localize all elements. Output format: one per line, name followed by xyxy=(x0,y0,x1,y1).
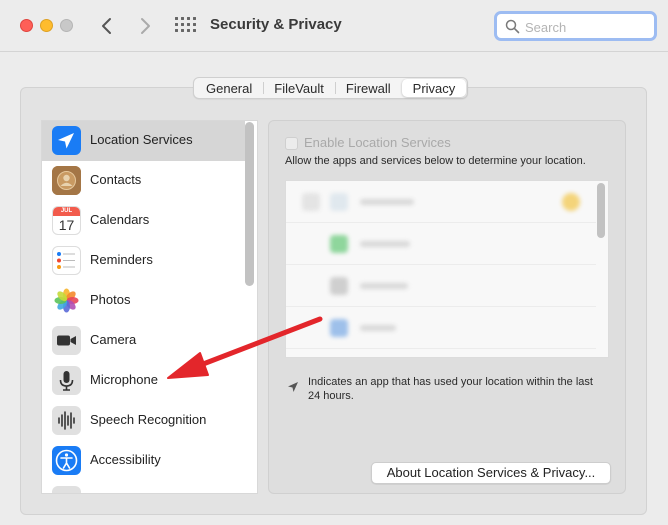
microphone-icon xyxy=(52,366,81,395)
window-title: Security & Privacy xyxy=(210,16,342,33)
sidebar-item-camera[interactable]: Camera xyxy=(42,321,245,361)
search-icon xyxy=(505,19,520,34)
back-button[interactable] xyxy=(96,14,118,38)
sidebar-item-label: Contacts xyxy=(90,172,142,187)
sidebar-item-speech-recognition[interactable]: Speech Recognition xyxy=(42,401,245,441)
sidebar-item-label: Accessibility xyxy=(90,452,161,467)
sidebar-item-label: Photos xyxy=(90,292,131,307)
location-description: Allow the apps and services below to det… xyxy=(285,155,586,167)
tab-privacy[interactable]: Privacy xyxy=(401,79,467,97)
show-all-grid-button[interactable] xyxy=(175,17,196,35)
zoom-window-button[interactable] xyxy=(60,19,73,32)
app-list-scrollbar[interactable] xyxy=(597,183,605,238)
sidebar-item-photos[interactable]: Photos xyxy=(42,281,245,321)
reminders-icon xyxy=(52,246,81,275)
tab-filevault[interactable]: FileVault xyxy=(263,79,335,97)
tab-firewall[interactable]: Firewall xyxy=(334,79,402,97)
privacy-category-list[interactable]: Location Services Contacts JUL 17 Calend… xyxy=(41,120,258,494)
calendar-icon: JUL 17 xyxy=(52,206,81,235)
list-item[interactable] xyxy=(286,181,596,223)
search-field[interactable] xyxy=(494,11,657,41)
camera-icon xyxy=(52,326,81,355)
photos-icon xyxy=(52,286,81,315)
location-app-list[interactable] xyxy=(285,180,609,358)
close-window-button[interactable] xyxy=(20,19,33,32)
sidebar-item-label: Reminders xyxy=(90,252,153,267)
sidebar-item-label: Microphone xyxy=(90,372,158,387)
list-item[interactable] xyxy=(286,265,596,307)
tab-bar: General FileVault Firewall Privacy xyxy=(193,77,469,99)
enable-location-services-label: Enable Location Services xyxy=(304,135,451,150)
sidebar-item-label: Speech Recognition xyxy=(90,412,207,427)
sidebar-item-microphone[interactable]: Microphone xyxy=(42,361,245,401)
speech-waveform-icon xyxy=(52,406,81,435)
location-usage-note: Indicates an app that has used your loca… xyxy=(308,376,593,402)
sidebar-item-label: Camera xyxy=(90,332,137,347)
minimize-window-button[interactable] xyxy=(40,19,53,32)
sidebar-item-label: Location Services xyxy=(90,132,193,147)
sidebar-item-label: Calendars xyxy=(90,212,150,227)
sidebar-item-calendars[interactable]: JUL 17 Calendars xyxy=(42,201,245,241)
contacts-icon xyxy=(52,166,81,195)
list-item[interactable] xyxy=(286,307,596,349)
location-arrow-icon xyxy=(52,126,81,155)
sidebar-item-reminders[interactable]: Reminders xyxy=(42,241,245,281)
sidebar-item-contacts[interactable]: Contacts xyxy=(42,161,245,201)
search-input[interactable] xyxy=(525,18,649,36)
enable-location-services-checkbox[interactable] xyxy=(285,137,298,150)
tab-general[interactable]: General xyxy=(195,79,263,97)
sidebar-item-accessibility[interactable]: Accessibility xyxy=(42,441,245,481)
app-icon xyxy=(52,486,81,493)
about-location-services-button[interactable]: About Location Services & Privacy... xyxy=(371,462,611,484)
title-bar: Security & Privacy xyxy=(0,0,668,52)
chevron-left-icon xyxy=(102,18,111,34)
forward-button[interactable] xyxy=(134,14,156,38)
sidebar-scrollbar[interactable] xyxy=(245,122,254,286)
list-item[interactable] xyxy=(286,223,596,265)
chevron-right-icon xyxy=(141,18,150,34)
sidebar-item-location-services[interactable]: Location Services xyxy=(42,121,245,161)
accessibility-icon xyxy=(52,446,81,475)
location-arrow-icon xyxy=(288,382,298,392)
sidebar-item-partial[interactable] xyxy=(42,481,245,493)
